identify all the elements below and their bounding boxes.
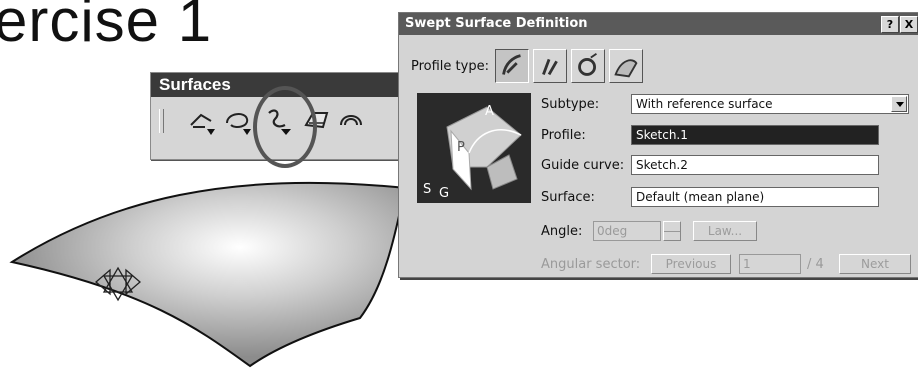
- sector-index-field[interactable]: 1: [739, 254, 801, 274]
- circle-profile-button[interactable]: [571, 49, 605, 83]
- profile-field[interactable]: Sketch.1: [631, 125, 879, 145]
- guide-curve-label: Guide curve:: [541, 158, 625, 173]
- line-profile-icon: [542, 58, 558, 76]
- close-button[interactable]: X: [900, 16, 918, 33]
- angle-spinner[interactable]: [663, 221, 681, 241]
- toolbar-grip[interactable]: [159, 109, 164, 133]
- help-button[interactable]: ?: [881, 16, 899, 33]
- angle-label: Angle:: [541, 224, 583, 239]
- chevron-down-icon[interactable]: [891, 96, 907, 112]
- profile-type-label: Profile type:: [411, 59, 489, 74]
- preview-label-s: S: [423, 182, 431, 197]
- angle-field[interactable]: 0deg: [593, 221, 661, 241]
- subtype-value: With reference surface: [636, 97, 773, 111]
- law-button[interactable]: Law...: [693, 221, 757, 241]
- conic-profile-icon: [614, 59, 638, 78]
- next-button[interactable]: Next: [839, 254, 911, 274]
- surface-label: Surface:: [541, 190, 595, 205]
- line-profile-button[interactable]: [533, 49, 567, 83]
- explicit-profile-button[interactable]: [495, 49, 529, 83]
- previous-button[interactable]: Previous: [651, 254, 731, 274]
- extrude-icon[interactable]: [185, 103, 217, 137]
- subtype-select[interactable]: With reference surface: [631, 94, 909, 114]
- sweep-tool-highlight: [253, 86, 317, 168]
- explicit-profile-icon: [502, 54, 521, 75]
- angular-sector-label: Angular sector:: [541, 257, 641, 272]
- dialog-title: Swept Surface Definition: [399, 13, 918, 35]
- swept-surface-dialog: Swept Surface Definition ? X Profile typ…: [398, 12, 918, 278]
- preview-label-p: P: [457, 140, 465, 155]
- surface-field[interactable]: Default (mean plane): [631, 187, 879, 207]
- revolve-icon[interactable]: [221, 103, 253, 137]
- guide-curve-field[interactable]: Sketch.2: [631, 155, 879, 175]
- circle-profile-icon: [578, 52, 597, 76]
- sweep-preview-image: A P S G: [417, 93, 531, 203]
- preview-label-g: G: [439, 186, 449, 201]
- subtype-label: Subtype:: [541, 97, 600, 112]
- multisection-icon[interactable]: [335, 103, 367, 137]
- preview-label-a: A: [485, 104, 494, 119]
- sector-total: / 4: [807, 257, 824, 272]
- profile-label: Profile:: [541, 128, 586, 143]
- conic-profile-button[interactable]: [609, 49, 643, 83]
